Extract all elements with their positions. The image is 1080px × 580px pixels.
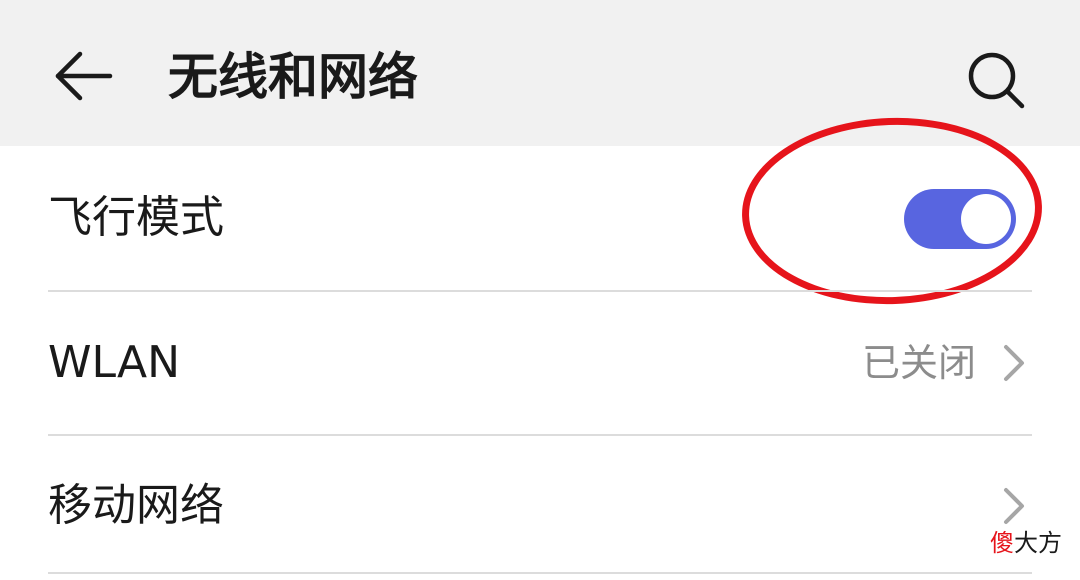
arrow-left-icon — [55, 51, 113, 101]
watermark-first-char: 傻 — [990, 529, 1014, 557]
airplane-mode-label: 飞行模式 — [48, 192, 224, 243]
back-button[interactable] — [48, 40, 120, 112]
mobile-network-label: 移动网络 — [48, 480, 224, 531]
top-app-bar: 无线和网络 — [0, 0, 1080, 146]
airplane-mode-toggle[interactable] — [904, 189, 1016, 249]
divider — [48, 572, 1032, 574]
watermark: 傻大方 — [990, 526, 1062, 560]
wlan-label: WLAN — [48, 337, 181, 388]
chevron-right-icon — [996, 338, 1032, 388]
mobile-network-row[interactable]: 移动网络 — [0, 434, 1080, 578]
watermark-rest: 大方 — [1014, 529, 1062, 557]
wlan-row[interactable]: WLAN 已关闭 — [0, 291, 1080, 435]
search-icon — [968, 52, 1025, 109]
search-button[interactable] — [960, 44, 1032, 116]
toggle-knob — [961, 194, 1011, 244]
settings-screen: 无线和网络 飞行模式 WLAN 已关闭 移动网络 傻大方 — [0, 0, 1080, 580]
chevron-right-icon — [996, 481, 1032, 531]
airplane-mode-row[interactable]: 飞行模式 — [0, 146, 1080, 290]
page-title: 无线和网络 — [168, 48, 418, 106]
wlan-status: 已关闭 — [861, 341, 976, 385]
